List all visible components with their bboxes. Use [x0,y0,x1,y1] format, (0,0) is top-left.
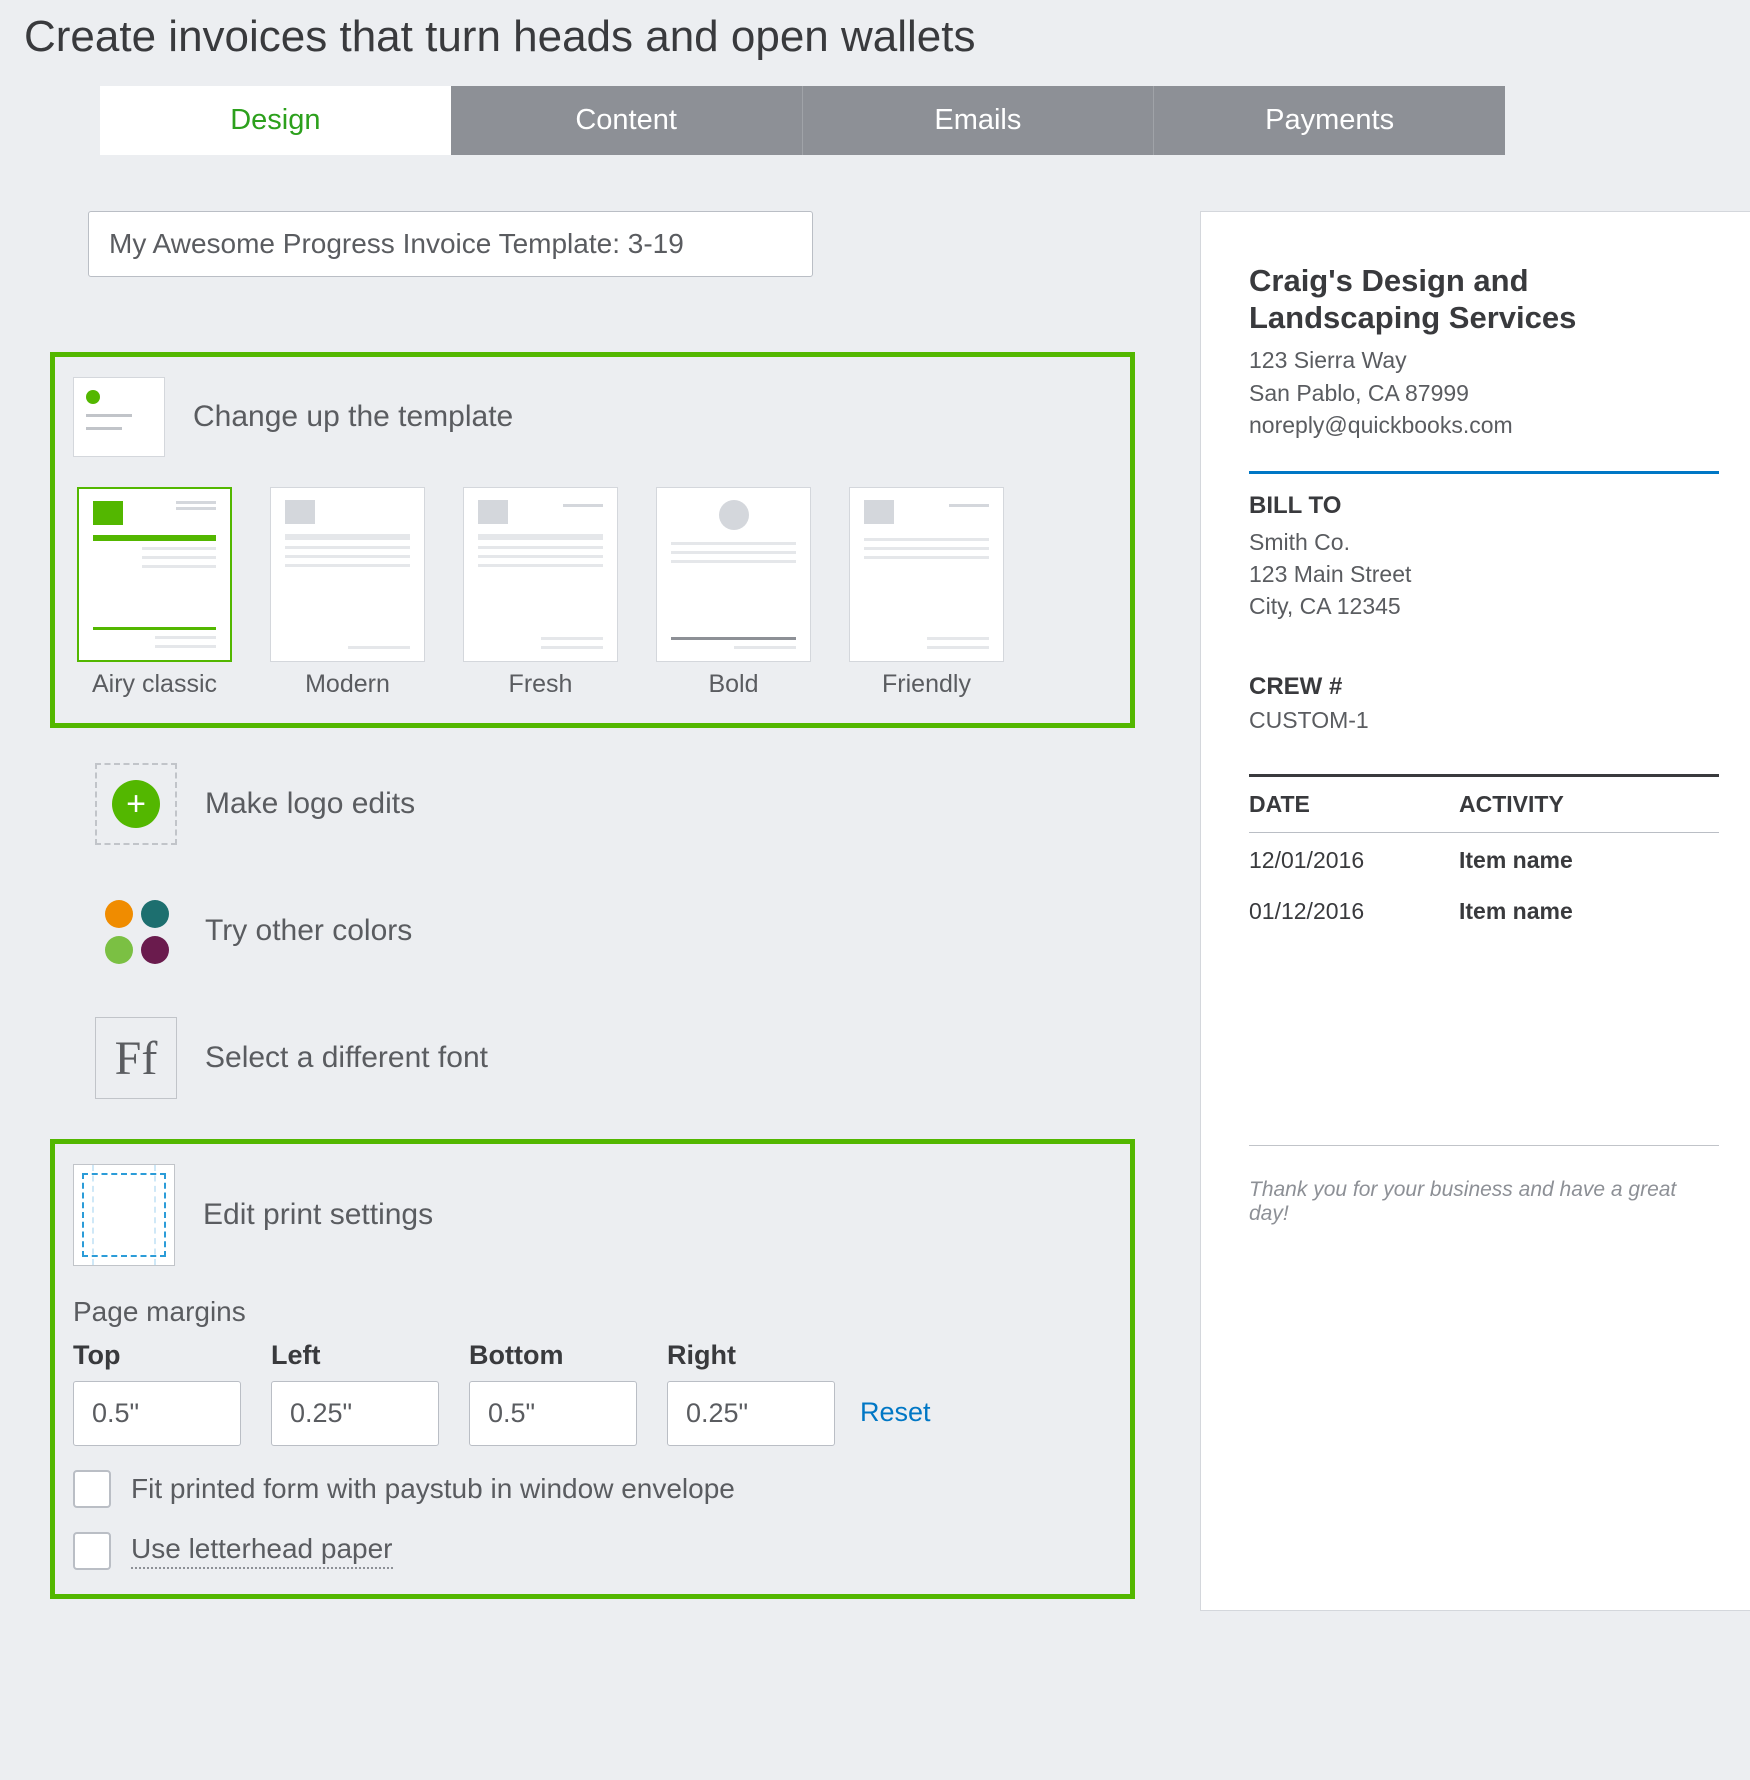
table-row: 01/12/2016 Item name [1249,884,1719,935]
preview-company-name: Craig's Design and Landscaping Services [1249,262,1719,336]
change-template-section: Change up the template Airy [50,352,1135,728]
bill-to-2: 123 Main Street [1249,558,1719,590]
change-template-label: Change up the template [193,400,513,434]
preview-footer-rule [1249,1145,1719,1146]
margin-left-label: Left [271,1340,439,1371]
margin-bottom-input[interactable] [469,1381,637,1446]
preview-divider [1249,471,1719,474]
template-option-fresh[interactable]: Fresh [463,487,618,699]
template-option-friendly[interactable]: Friendly [849,487,1004,699]
invoice-preview: Craig's Design and Landscaping Services … [1200,211,1750,1611]
template-name-select[interactable]: My Awesome Progress Invoice Template: 3-… [88,211,813,277]
bill-to-3: City, CA 12345 [1249,590,1719,622]
crew-value: CUSTOM-1 [1249,707,1719,734]
logo-edits-row[interactable]: + Make logo edits [95,763,1120,845]
print-settings-icon [73,1164,175,1266]
font-row[interactable]: Ff Select a different font [95,1017,1120,1099]
reset-margins-link[interactable]: Reset [860,1397,931,1428]
margin-right-label: Right [667,1340,835,1371]
col-activity: ACTIVITY [1459,791,1719,818]
colors-row[interactable]: Try other colors [95,890,1120,972]
fit-envelope-row[interactable]: Fit printed form with paystub in window … [73,1470,1112,1508]
preview-address-1: 123 Sierra Way [1249,344,1719,376]
tab-emails[interactable]: Emails [803,86,1155,155]
template-option-bold[interactable]: Bold [656,487,811,699]
table-row: 12/01/2016 Item name [1249,833,1719,884]
plus-icon: + [112,780,160,828]
template-option-modern[interactable]: Modern [270,487,425,699]
margin-left-input[interactable] [271,1381,439,1446]
logo-edits-label: Make logo edits [205,787,415,821]
page-title: Create invoices that turn heads and open… [0,0,1750,86]
preview-table: DATE ACTIVITY 12/01/2016 Item name 01/12… [1249,774,1719,935]
tab-payments[interactable]: Payments [1154,86,1505,155]
print-settings-header[interactable]: Edit print settings [73,1164,1112,1266]
col-date: DATE [1249,791,1459,818]
template-option-airy-classic[interactable]: Airy classic [77,487,232,699]
bill-to-1: Smith Co. [1249,526,1719,558]
preview-thankyou: Thank you for your business and have a g… [1249,1178,1719,1226]
margin-bottom-label: Bottom [469,1340,637,1371]
bill-to-label: BILL TO [1249,492,1719,520]
preview-address-2: San Pablo, CA 87999 [1249,377,1719,409]
tab-content[interactable]: Content [451,86,803,155]
template-thumbnails: Airy classic Modern [77,487,1112,699]
print-settings-section: Edit print settings Page margins Top Lef… [50,1139,1135,1599]
margin-right-input[interactable] [667,1381,835,1446]
font-label: Select a different font [205,1041,488,1075]
tab-design[interactable]: Design [100,86,451,155]
print-settings-label: Edit print settings [203,1198,433,1232]
preview-address-3: noreply@quickbooks.com [1249,409,1719,441]
letterhead-label: Use letterhead paper [131,1533,393,1569]
add-logo-icon: + [95,763,177,845]
fit-envelope-label: Fit printed form with paystub in window … [131,1473,735,1505]
margin-top-input[interactable] [73,1381,241,1446]
letterhead-row[interactable]: Use letterhead paper [73,1532,1112,1570]
margin-top-label: Top [73,1340,241,1371]
colors-icon [95,890,177,972]
template-icon [73,377,165,457]
change-template-header[interactable]: Change up the template [73,377,1112,457]
crew-label: CREW # [1249,673,1719,701]
page-margins-title: Page margins [73,1296,1112,1328]
fit-envelope-checkbox[interactable] [73,1470,111,1508]
font-icon: Ff [95,1017,177,1099]
letterhead-checkbox[interactable] [73,1532,111,1570]
tabs: Design Content Emails Payments [100,86,1505,155]
colors-label: Try other colors [205,914,412,948]
